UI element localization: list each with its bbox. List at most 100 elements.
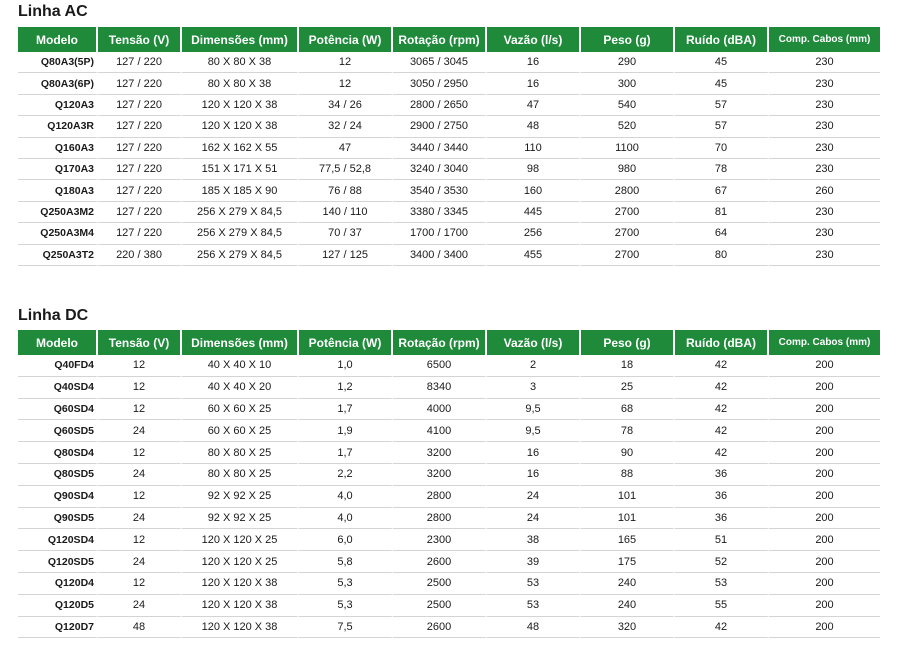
- table-cell: 3: [487, 376, 581, 399]
- table-cell: 80 X 80 X 38: [182, 73, 299, 95]
- table-cell: 230: [769, 223, 880, 245]
- column-header: Ruído (dBA): [675, 330, 769, 355]
- table-row: Q120D7 48 120 X 120 X 38 7,5 2600 48 320 42 200: [18, 616, 880, 639]
- table-cell: 98: [487, 158, 581, 181]
- table-cell: 320: [581, 616, 675, 639]
- table-row: Q250A3M2 127 / 220 256 X 279 X 84,5 140 / 1…: [18, 201, 880, 224]
- table-row: Q80SD5 24 80 X 80 X 25 2,2 3200 16 88 36 200: [18, 463, 880, 486]
- table-cell: 200: [769, 595, 880, 617]
- table-cell: 80 X 80 X 25: [182, 463, 299, 486]
- table-row: Q90SD5 24 92 X 92 X 25 4,0 2800 24 101 36 200: [18, 507, 880, 530]
- table-cell: 80: [675, 244, 769, 266]
- table-cell: 76 / 88: [299, 180, 393, 202]
- column-header: Tensão (V): [98, 27, 182, 52]
- table-cell: 230: [769, 159, 880, 181]
- table-cell: 6500: [393, 355, 487, 377]
- table-cell: 256 X 279 X 84,5: [182, 244, 299, 266]
- table-cell: 200: [769, 486, 880, 508]
- table-cell: 127 / 220: [98, 201, 182, 224]
- table-cell: 52: [675, 551, 769, 573]
- table-cell: 5,3: [299, 572, 393, 595]
- table-cell: 6,0: [299, 529, 393, 552]
- table-cell: 2500: [393, 594, 487, 617]
- table-cell: 40 X 40 X 20: [182, 376, 299, 399]
- table-row: Q250A3T2 220 / 380 256 X 279 X 84,5 127 / 1…: [18, 244, 880, 266]
- table-cell: 34 / 26: [299, 94, 393, 117]
- table-cell: 127 / 220: [98, 223, 182, 245]
- table-cell: 47: [487, 94, 581, 117]
- table-cell: 200: [769, 399, 880, 421]
- model-cell: Q60SD5: [18, 420, 98, 443]
- table-cell: 120 X 120 X 38: [182, 594, 299, 617]
- table-cell: 120 X 120 X 25: [182, 551, 299, 573]
- table-cell: 2900 / 2750: [393, 116, 487, 138]
- table-cell: 24: [98, 594, 182, 617]
- table-cell: 980: [581, 158, 675, 181]
- table-row: Q180A3 127 / 220 185 X 185 X 90 76 / 88 3540…: [18, 180, 880, 202]
- column-header: Comp. Cabos (mm): [769, 330, 880, 355]
- model-cell: Q250A3T2: [18, 244, 98, 266]
- table-row: Q60SD4 12 60 X 60 X 25 1,7 4000 9,5 68 42 200: [18, 398, 880, 421]
- table-cell: 81: [675, 201, 769, 224]
- column-header: Tensão (V): [98, 330, 182, 355]
- table-cell: 240: [581, 594, 675, 617]
- table-cell: 70: [675, 137, 769, 159]
- table-cell: 12: [98, 572, 182, 595]
- table-row: Q120D4 12 120 X 120 X 38 5,3 2500 53 240 53 200: [18, 572, 880, 595]
- column-header: Potência (W): [299, 330, 393, 355]
- table-row: Q40SD4 12 40 X 40 X 20 1,2 8340 3 25 42 200: [18, 376, 880, 399]
- column-header: Rotação (rpm): [393, 330, 487, 355]
- table-cell: 24: [98, 463, 182, 486]
- table-cell: 92 X 92 X 25: [182, 485, 299, 508]
- table-cell: 230: [769, 52, 880, 74]
- table-cell: 520: [581, 116, 675, 138]
- table-cell: 256 X 279 X 84,5: [182, 201, 299, 224]
- table-row: Q120SD5 24 120 X 120 X 25 5,8 2600 39 175 52 200: [18, 551, 880, 573]
- table-header-row: Modelo Tensão (V) Dimensões (mm) Potência (…: [18, 27, 880, 52]
- table-row: Q40FD4 12 40 X 40 X 10 1,0 6500 2 18 42 200: [18, 355, 880, 377]
- column-header: Modelo: [18, 330, 98, 355]
- table-cell: 200: [769, 508, 880, 530]
- table-cell: 24: [487, 485, 581, 508]
- table-cell: 3440 / 3440: [393, 137, 487, 159]
- table-cell: 230: [769, 202, 880, 224]
- table-cell: 3400 / 3400: [393, 244, 487, 266]
- table-cell: 2300: [393, 529, 487, 552]
- table-cell: 42: [675, 442, 769, 464]
- table-cell: 12: [98, 485, 182, 508]
- table-cell: 5,3: [299, 594, 393, 617]
- table-cell: 1,2: [299, 376, 393, 399]
- table-cell: 24: [98, 507, 182, 530]
- table-cell: 16: [487, 73, 581, 95]
- table-cell: 540: [581, 94, 675, 117]
- model-cell: Q120SD5: [18, 551, 98, 573]
- section-title-dc: Linha DC: [18, 307, 89, 324]
- table-cell: 120 X 120 X 38: [182, 94, 299, 117]
- table-row: Q60SD5 24 60 X 60 X 25 1,9 4100 9,5 78 42 200: [18, 420, 880, 443]
- table-cell: 1,9: [299, 420, 393, 443]
- table-cell: 24: [98, 420, 182, 443]
- table-cell: 45: [675, 73, 769, 95]
- table-cell: 12: [98, 355, 182, 377]
- table-cell: 2500: [393, 572, 487, 595]
- table-cell: 175: [581, 551, 675, 573]
- table-cell: 5,8: [299, 551, 393, 573]
- table-cell: 42: [675, 420, 769, 443]
- table-cell: 230: [769, 245, 880, 266]
- table-row: Q160A3 127 / 220 162 X 162 X 55 47 3440 / 34…: [18, 137, 880, 159]
- table-cell: 24: [98, 551, 182, 573]
- spec-table-ac: Modelo Tensão (V) Dimensões (mm) Potência (…: [18, 27, 880, 266]
- table-cell: 42: [675, 616, 769, 639]
- table-cell: 260: [769, 180, 880, 202]
- column-header: Dimensões (mm): [182, 330, 299, 355]
- table-header-row: Modelo Tensão (V) Dimensões (mm) Potência (…: [18, 330, 880, 355]
- table-cell: 12: [98, 529, 182, 552]
- model-cell: Q90SD4: [18, 485, 98, 508]
- model-cell: Q120A3R: [18, 116, 98, 138]
- table-cell: 3380 / 3345: [393, 201, 487, 224]
- table-cell: 7,5: [299, 616, 393, 639]
- model-cell: Q120D4: [18, 572, 98, 595]
- table-cell: 16: [487, 463, 581, 486]
- table-cell: 57: [675, 94, 769, 117]
- table-cell: 120 X 120 X 25: [182, 529, 299, 552]
